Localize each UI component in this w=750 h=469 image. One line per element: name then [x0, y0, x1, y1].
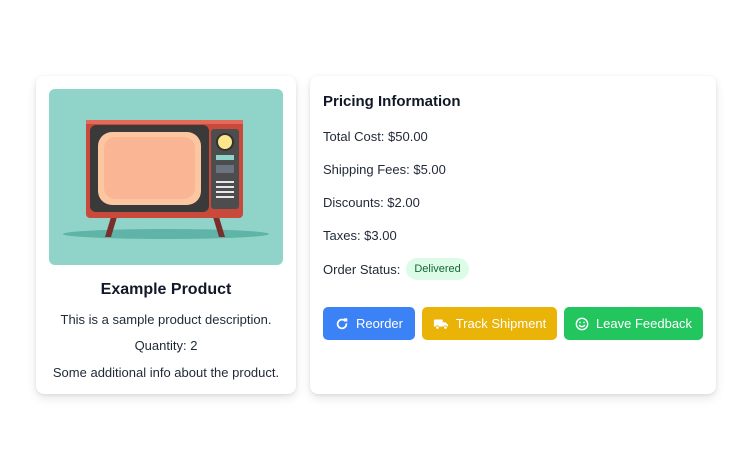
status-badge: Delivered: [406, 258, 469, 280]
product-image: [49, 89, 283, 265]
discounts: Discounts: $2.00: [323, 195, 420, 210]
pricing-title: Pricing Information: [323, 93, 461, 110]
product-title: Example Product: [100, 281, 232, 298]
track-shipment-label: Track Shipment: [455, 316, 547, 331]
order-status-row: Order Status: Delivered: [323, 258, 469, 280]
reorder-label: Reorder: [356, 316, 403, 331]
leave-feedback-button[interactable]: Leave Feedback: [564, 307, 703, 340]
reorder-button[interactable]: Reorder: [323, 307, 415, 340]
pricing-card: Pricing Information Total Cost: $50.00 S…: [310, 76, 716, 394]
product-card: Example Product This is a sample product…: [36, 76, 296, 394]
product-additional-info: Some additional info about the product.: [52, 365, 280, 380]
order-status-label: Order Status:: [323, 261, 401, 277]
product-quantity: Quantity: 2: [134, 338, 198, 353]
smile-icon: [575, 317, 589, 331]
track-shipment-button[interactable]: Track Shipment: [422, 307, 557, 340]
product-description: This is a sample product description.: [60, 312, 272, 327]
shipping-fees: Shipping Fees: $5.00: [323, 162, 446, 177]
total-cost: Total Cost: $50.00: [323, 129, 428, 144]
truck-icon: [433, 317, 449, 331]
taxes: Taxes: $3.00: [323, 228, 397, 243]
leave-feedback-label: Leave Feedback: [595, 316, 693, 331]
refresh-icon: [335, 317, 349, 331]
